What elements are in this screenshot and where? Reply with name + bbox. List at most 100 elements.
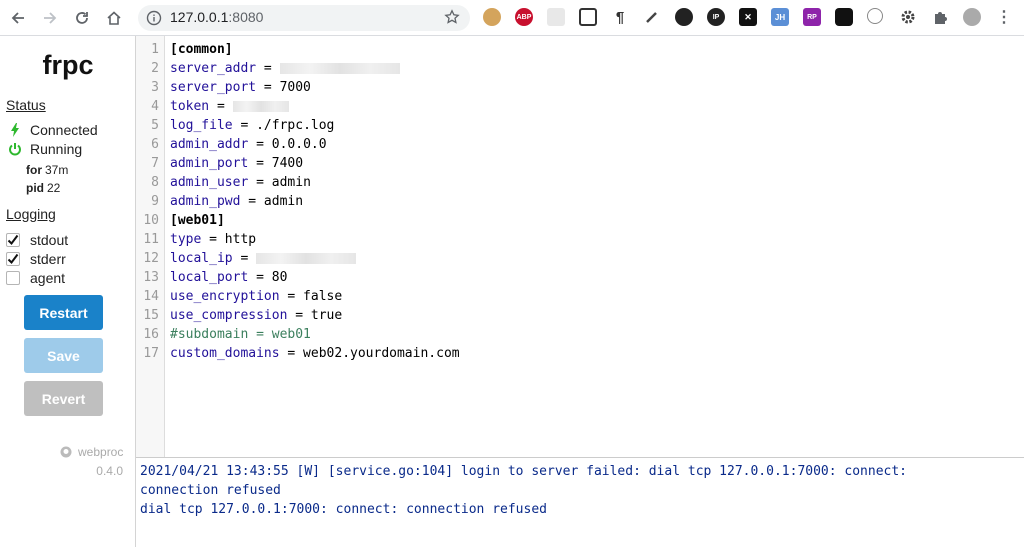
code-line[interactable]: local_port = 80 bbox=[170, 268, 287, 287]
line-number: 13 bbox=[143, 270, 159, 285]
line-number: 3 bbox=[151, 80, 159, 95]
code-line[interactable]: log_file = ./frpc.log bbox=[170, 116, 334, 135]
logging-stderr[interactable]: stderr bbox=[6, 251, 66, 267]
jh-extension-icon[interactable]: JH bbox=[771, 8, 789, 26]
code-line[interactable]: custom_domains = web02.yourdomain.com bbox=[170, 344, 460, 363]
mail-extension-icon[interactable] bbox=[547, 8, 565, 26]
status-running-label: Running bbox=[30, 141, 83, 157]
stdout-checkbox[interactable] bbox=[6, 233, 20, 247]
home-button[interactable] bbox=[102, 6, 126, 30]
logging-stdout[interactable]: stdout bbox=[6, 232, 68, 248]
forward-button[interactable] bbox=[38, 6, 62, 30]
redacted-value bbox=[256, 253, 357, 264]
address-bar[interactable]: 127.0.0.1:8080 bbox=[138, 5, 470, 31]
config-value: = 7000 bbox=[256, 80, 311, 95]
line-number: 16 bbox=[143, 327, 159, 342]
agent-checkbox[interactable] bbox=[6, 271, 20, 285]
puzzle-extensions-icon[interactable] bbox=[931, 8, 949, 26]
code-line[interactable]: [web01] bbox=[170, 211, 225, 230]
config-value: = web02.yourdomain.com bbox=[279, 346, 460, 361]
log-output-panel[interactable]: 2021/04/21 13:43:55 [W] [service.go:104]… bbox=[136, 457, 1024, 547]
line-number: 15 bbox=[143, 308, 159, 323]
log-line: connection refused bbox=[140, 483, 281, 498]
ip-extension-icon[interactable]: IP bbox=[707, 8, 725, 26]
line-number: 14 bbox=[143, 289, 159, 304]
stderr-checkbox[interactable] bbox=[6, 252, 20, 266]
code-line[interactable]: server_addr = bbox=[170, 59, 400, 78]
comment-line: #subdomain = web01 bbox=[170, 327, 311, 342]
bookmark-star-icon[interactable] bbox=[444, 9, 460, 30]
rp-extension-icon[interactable]: RP bbox=[803, 8, 821, 26]
version-label: 0.4.0 bbox=[96, 464, 123, 478]
code-line[interactable]: admin_pwd = admin bbox=[170, 192, 303, 211]
globe-extension-icon[interactable] bbox=[867, 8, 883, 24]
code-line[interactable]: [common] bbox=[170, 40, 233, 59]
code-line[interactable]: type = http bbox=[170, 230, 256, 249]
menu-kebab-icon[interactable]: ⋮ bbox=[995, 8, 1013, 26]
config-value: = bbox=[232, 251, 257, 266]
line-number: 2 bbox=[151, 61, 159, 76]
sidebar: frpc Status Connected Running for 37m pid… bbox=[0, 36, 136, 547]
line-number: 4 bbox=[151, 99, 159, 114]
info-icon[interactable] bbox=[146, 10, 162, 31]
logging-agent[interactable]: agent bbox=[6, 270, 65, 286]
qr-code-extension-icon[interactable] bbox=[579, 8, 597, 26]
checkmark-icon bbox=[7, 253, 19, 265]
config-key: admin_user bbox=[170, 175, 249, 190]
line-number: 5 bbox=[151, 118, 159, 133]
mask-extension-icon[interactable] bbox=[675, 8, 693, 26]
code-line[interactable]: #subdomain = web01 bbox=[170, 325, 311, 344]
code-line[interactable]: local_ip = bbox=[170, 249, 357, 268]
section-header: [common] bbox=[170, 42, 233, 57]
url-text: 127.0.0.1:8080 bbox=[170, 9, 263, 25]
config-value: = admin bbox=[248, 175, 311, 190]
config-value: = false bbox=[279, 289, 343, 304]
dark-extension-icon[interactable] bbox=[835, 8, 853, 26]
lightning-icon bbox=[8, 123, 22, 137]
config-value: = http bbox=[201, 232, 257, 247]
cookie-extension-icon[interactable] bbox=[483, 8, 501, 26]
url-host: 127.0.0.1 bbox=[170, 9, 229, 25]
config-editor[interactable]: 1 2 3 4 5 6 7 8 9 10 11 12 13 14 15 16 1… bbox=[136, 36, 1024, 457]
line-number-gutter: 1 2 3 4 5 6 7 8 9 10 11 12 13 14 15 16 1… bbox=[136, 36, 165, 457]
status-running: Running bbox=[8, 141, 82, 157]
redacted-value bbox=[232, 101, 289, 112]
pilcrow-extension-icon[interactable]: ¶ bbox=[611, 8, 629, 26]
revert-button[interactable]: Revert bbox=[24, 381, 103, 416]
webproc-link[interactable]: webproc bbox=[60, 445, 123, 459]
config-key: admin_pwd bbox=[170, 194, 241, 209]
pen-extension-icon[interactable] bbox=[643, 8, 661, 26]
config-value: = ./frpc.log bbox=[232, 118, 335, 133]
reload-icon bbox=[76, 12, 88, 24]
github-icon bbox=[60, 446, 72, 458]
code-line[interactable]: server_port = 7000 bbox=[170, 78, 311, 97]
code-line[interactable]: admin_port = 7400 bbox=[170, 154, 303, 173]
forward-arrow-icon bbox=[44, 12, 57, 24]
back-button[interactable] bbox=[6, 6, 30, 30]
adblock-extension-icon[interactable]: ABP bbox=[515, 8, 533, 26]
gear-extension-icon[interactable] bbox=[899, 8, 917, 26]
pid-label: pid bbox=[26, 181, 44, 195]
line-number: 17 bbox=[143, 346, 159, 361]
reload-button[interactable] bbox=[70, 6, 94, 30]
config-value: = admin bbox=[240, 194, 304, 209]
code-line[interactable]: admin_addr = 0.0.0.0 bbox=[170, 135, 327, 154]
config-value: = true bbox=[287, 308, 343, 323]
config-value: = 7400 bbox=[248, 156, 304, 171]
save-button[interactable]: Save bbox=[24, 338, 103, 373]
config-key: type bbox=[170, 232, 202, 247]
redacted-value bbox=[279, 63, 400, 74]
code-line[interactable]: use_encryption = false bbox=[170, 287, 342, 306]
power-icon bbox=[8, 142, 22, 156]
config-key: local_ip bbox=[170, 251, 233, 266]
config-value: = bbox=[209, 99, 233, 114]
checkmark-icon bbox=[7, 234, 19, 246]
code-line[interactable]: token = bbox=[170, 97, 289, 116]
profile-avatar[interactable] bbox=[963, 8, 981, 26]
x-extension-icon[interactable]: ✕ bbox=[739, 8, 757, 26]
restart-button[interactable]: Restart bbox=[24, 295, 103, 330]
code-line[interactable]: admin_user = admin bbox=[170, 173, 311, 192]
code-line[interactable]: use_compression = true bbox=[170, 306, 342, 325]
uptime: for 37m bbox=[26, 163, 68, 177]
line-number: 8 bbox=[151, 175, 159, 190]
